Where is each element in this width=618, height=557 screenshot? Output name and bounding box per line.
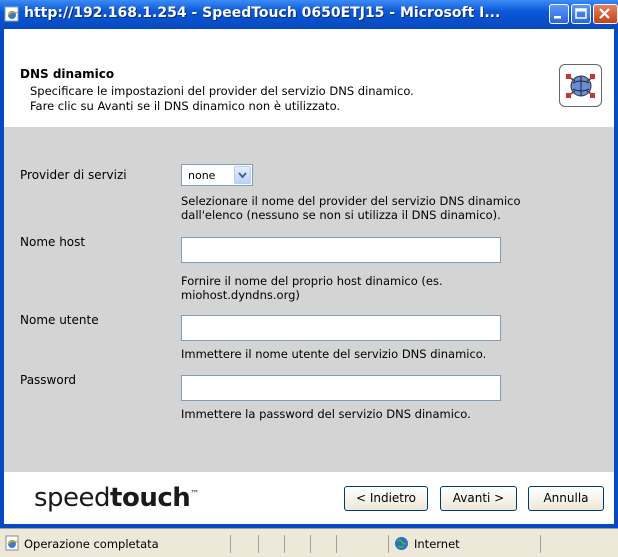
page-title: DNS dinamico xyxy=(20,67,115,81)
page-done-icon xyxy=(5,535,19,551)
username-label: Nome utente xyxy=(20,313,99,327)
host-help-line-1: Fornire il nome del proprio host dinamic… xyxy=(181,274,443,288)
provider-select-value: none xyxy=(188,169,216,182)
host-input[interactable] xyxy=(181,237,501,263)
dns-globe-icon xyxy=(559,64,602,107)
status-divider xyxy=(230,535,231,553)
form-panel: Provider di servizi none Selezionare il … xyxy=(0,127,618,472)
provider-select[interactable]: none xyxy=(181,164,253,186)
minimize-icon xyxy=(554,16,561,19)
maximize-icon xyxy=(575,8,587,19)
statusbar: Operazione completata Internet xyxy=(0,528,618,557)
chevron-down-icon[interactable] xyxy=(234,166,251,184)
minimize-button[interactable] xyxy=(549,4,569,24)
logo-text-light: speed xyxy=(34,483,111,513)
logo-text-bold: touch xyxy=(110,483,191,513)
ie-page-icon xyxy=(4,6,19,22)
host-help-line-2: miohost.dyndns.org) xyxy=(181,288,300,302)
speedtouch-logo: speedtouch™ xyxy=(34,483,199,513)
username-help: Immettere il nome utente del servizio DN… xyxy=(181,347,487,361)
status-divider xyxy=(310,535,311,553)
logo-trademark: ™ xyxy=(190,489,199,500)
wizard-header: DNS dinamico Specificare le impostazioni… xyxy=(0,29,618,127)
cancel-button[interactable]: Annulla xyxy=(528,486,604,511)
password-help: Immettere la password del servizio DNS d… xyxy=(181,407,471,421)
password-label: Password xyxy=(20,373,77,387)
back-button[interactable]: < Indietro xyxy=(344,486,428,511)
close-button[interactable] xyxy=(593,4,618,24)
next-button[interactable]: Avanti > xyxy=(440,486,517,511)
internet-zone-icon xyxy=(395,537,408,550)
username-input[interactable] xyxy=(181,315,501,341)
status-divider xyxy=(258,535,259,553)
window-titlebar: http://192.168.1.254 - SpeedTouch 0650ET… xyxy=(0,0,618,29)
status-divider xyxy=(284,535,285,553)
provider-help-line-1: Selezionare il nome del provider del ser… xyxy=(181,194,521,208)
provider-help-line-2: dall'elenco (nessuno se non si utilizza … xyxy=(181,208,501,222)
host-help: Fornire il nome del proprio host dinamic… xyxy=(181,274,443,302)
page-description: Specificare le impostazioni del provider… xyxy=(30,84,414,114)
description-line-2: Fare clic su Avanti se il DNS dinamico n… xyxy=(30,99,341,113)
description-line-1: Specificare le impostazioni del provider… xyxy=(30,84,414,98)
wizard-footer: speedtouch™ < Indietro Avanti > Annulla xyxy=(0,472,618,528)
host-label: Nome host xyxy=(20,235,86,249)
maximize-button[interactable] xyxy=(571,4,591,24)
provider-help: Selezionare il nome del provider del ser… xyxy=(181,194,521,222)
password-input[interactable] xyxy=(181,375,501,401)
window-title: http://192.168.1.254 - SpeedTouch 0650ET… xyxy=(24,5,501,21)
provider-label: Provider di servizi xyxy=(20,168,127,182)
zone-text: Internet xyxy=(414,537,460,551)
status-text: Operazione completata xyxy=(24,537,159,551)
status-divider xyxy=(540,535,541,553)
status-divider xyxy=(388,535,389,553)
close-icon xyxy=(599,8,610,19)
status-divider xyxy=(336,535,337,553)
